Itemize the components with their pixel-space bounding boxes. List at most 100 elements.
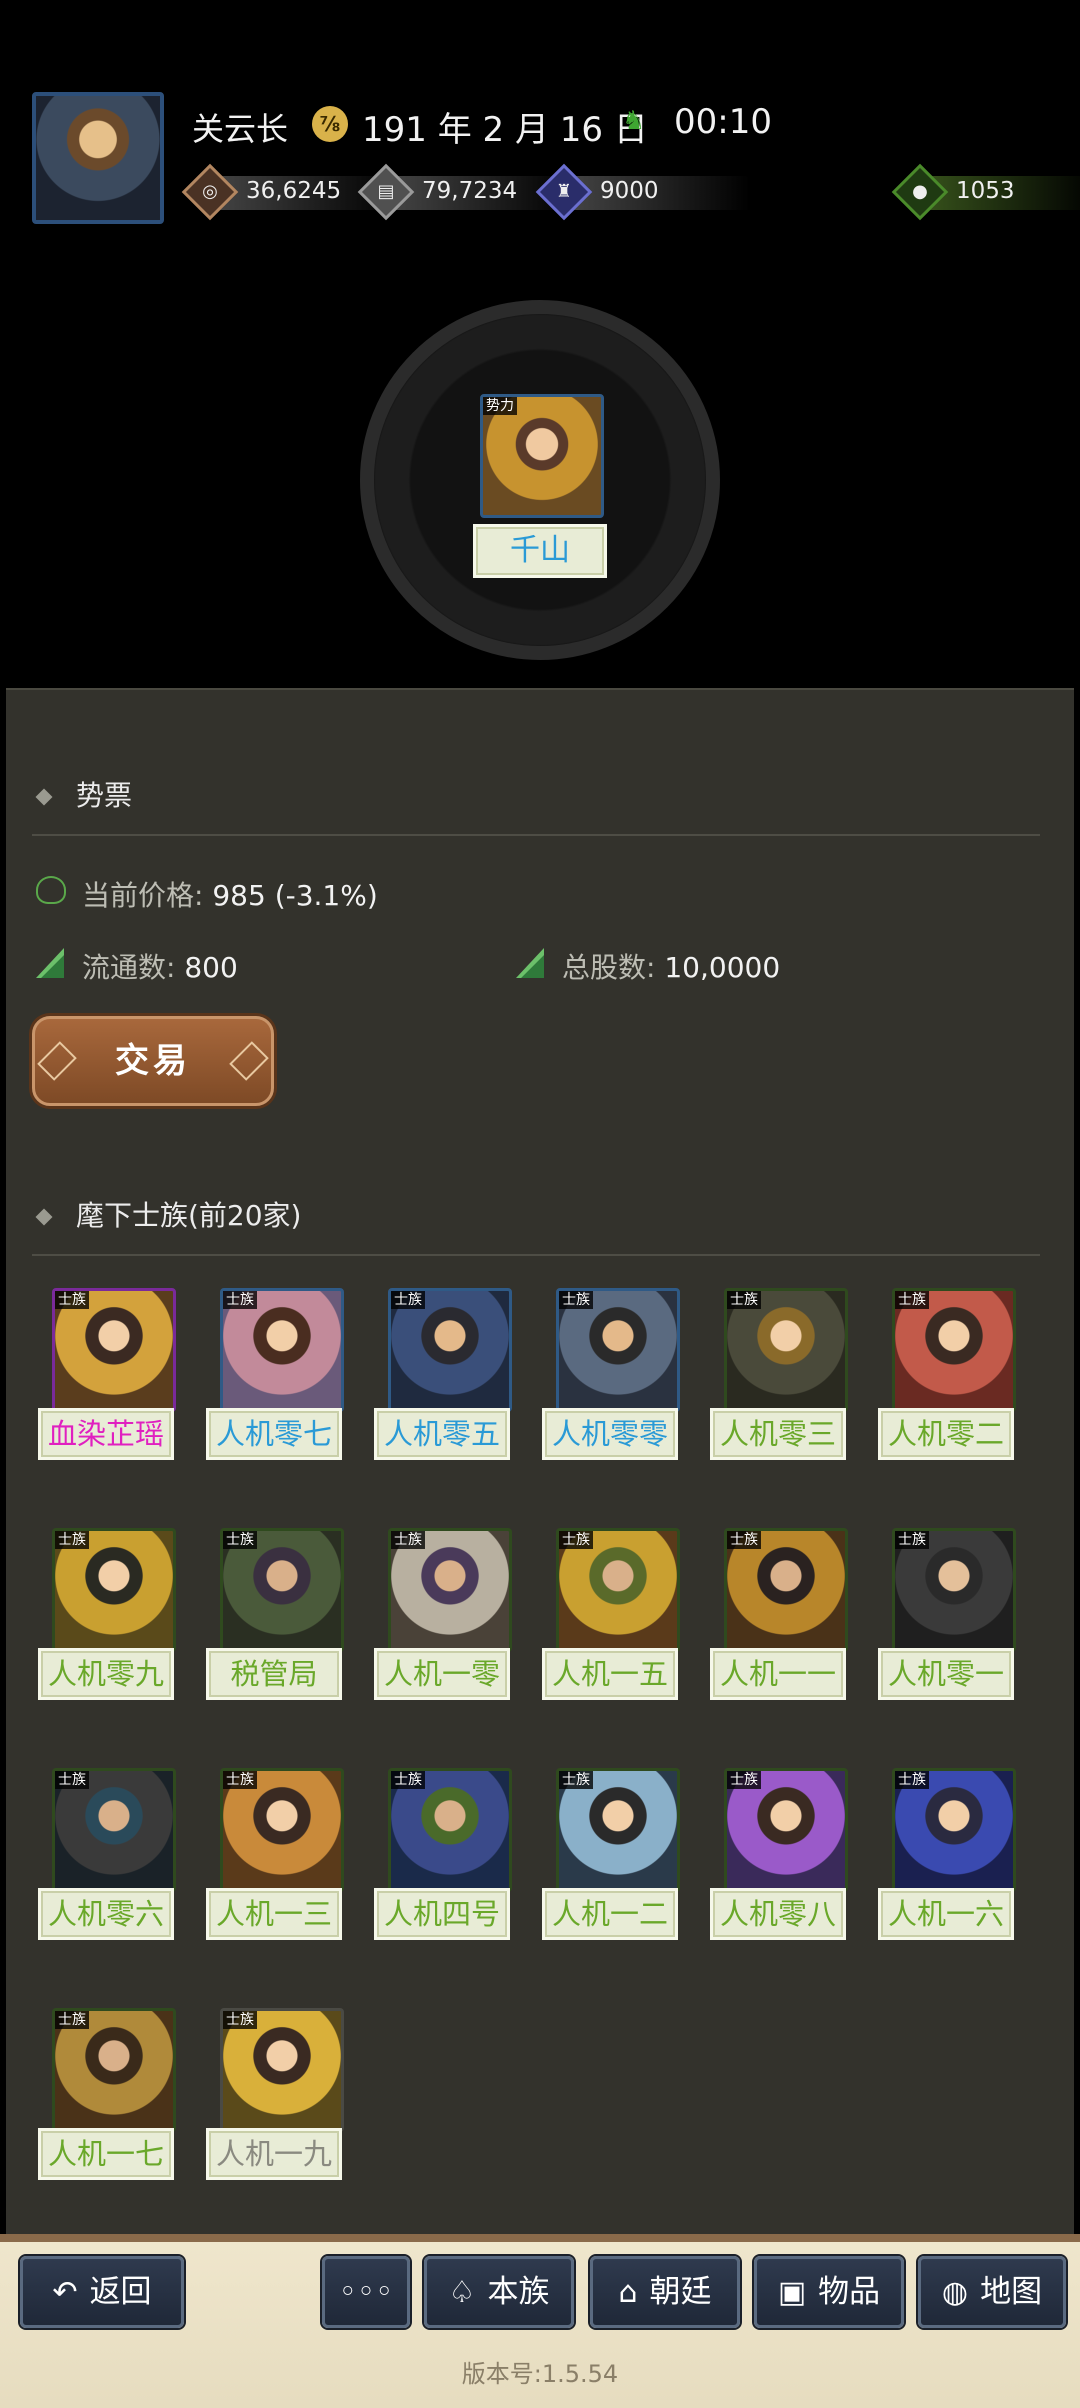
items-button[interactable]: ▣ 物品 xyxy=(754,2256,904,2328)
clan-portrait[interactable]: 士族 xyxy=(892,1288,1016,1412)
clan-portrait[interactable]: 士族 xyxy=(892,1768,1016,1892)
clan-name[interactable]: 人机一五 xyxy=(542,1648,678,1700)
clan-tag: 士族 xyxy=(559,1771,593,1789)
price-row: 当前价格: 985 (-3.1%) xyxy=(82,874,378,914)
clan-card[interactable]: 士族 人机零三 xyxy=(710,1288,848,1460)
palace-icon: ⌂ xyxy=(618,2275,638,2310)
clan-tag: 士族 xyxy=(391,1771,425,1789)
clan-card[interactable]: 士族人机一零 xyxy=(374,1528,512,1700)
clan-portrait[interactable]: 士族 xyxy=(220,1768,344,1892)
clan-portrait[interactable]: 士族 xyxy=(220,2008,344,2132)
clan-tag: 士族 xyxy=(55,1291,89,1309)
force-tag: 势力 xyxy=(483,397,517,415)
calendar-seal-icon: ⅞ xyxy=(312,106,348,142)
clan-portrait[interactable]: 士族 xyxy=(388,1288,512,1412)
clan-name[interactable]: 人机一九 xyxy=(206,2128,342,2180)
clan-portrait[interactable]: 士族 xyxy=(52,1288,176,1412)
clan-tag: 士族 xyxy=(223,1291,257,1309)
scroll-icon: ▤ xyxy=(357,163,415,221)
clan-tag: 士族 xyxy=(895,1531,929,1549)
clan-name[interactable]: 人机一七 xyxy=(38,2128,174,2180)
top-area: 关云长 ⅞ 191 年 2 月 16 日 ♞ 00:10 ◎ 36,6245 ▤… xyxy=(0,0,1080,680)
clan-name[interactable]: 人机零一 xyxy=(878,1648,1014,1700)
clan-portrait[interactable]: 士族 xyxy=(220,1288,344,1412)
clan-card[interactable]: 士族 人机零九 xyxy=(38,1528,176,1700)
price-value: 985 (-3.1%) xyxy=(212,879,378,912)
clan-name[interactable]: 人机一一 xyxy=(710,1648,846,1700)
clan-name[interactable]: 人机零三 xyxy=(710,1408,846,1460)
force-name[interactable]: 千山 xyxy=(473,524,607,578)
clan-name[interactable]: 人机零二 xyxy=(878,1408,1014,1460)
clan-name[interactable]: 人机四号 xyxy=(374,1888,510,1940)
clan-portrait[interactable]: 士族 xyxy=(52,2008,176,2132)
clan-card[interactable]: 士族人机一六 xyxy=(878,1768,1016,1940)
clan-card[interactable]: 士族 人机零六 xyxy=(38,1768,176,1940)
clan-card[interactable]: 士族 人机一一 xyxy=(710,1528,848,1700)
clan-name[interactable]: 人机零九 xyxy=(38,1648,174,1700)
clan-card[interactable]: 士族人机一二 xyxy=(542,1768,680,1940)
clan-card[interactable]: 士族人机零八 xyxy=(710,1768,848,1940)
clan-card[interactable]: 士族 人机一三 xyxy=(206,1768,344,1940)
clan-card[interactable]: 士族人机零零 xyxy=(542,1288,680,1460)
clan-button[interactable]: ♤ 本族 xyxy=(424,2256,574,2328)
clan-portrait[interactable]: 士族 xyxy=(892,1528,1016,1652)
clan-name[interactable]: 税管局 xyxy=(206,1648,342,1700)
horse-icon[interactable]: ♞ xyxy=(622,108,666,134)
clan-tag: 士族 xyxy=(895,1771,929,1789)
return-arrow-icon: ↶ xyxy=(52,2275,78,2310)
clan-portrait[interactable]: 士族 xyxy=(556,1768,680,1892)
grain-sack-icon: ● xyxy=(891,163,949,221)
clan-card[interactable]: 士族 税管局 xyxy=(206,1528,344,1700)
resource-soldier-value: 9000 xyxy=(600,178,659,204)
clan-tag: 士族 xyxy=(727,1771,761,1789)
diamond-bullet-icon xyxy=(35,1208,53,1226)
clan-name[interactable]: 人机一二 xyxy=(542,1888,678,1940)
clan-card[interactable]: 士族人机一五 xyxy=(542,1528,680,1700)
more-button[interactable]: ◦◦◦ xyxy=(322,2256,410,2328)
clan-tag: 士族 xyxy=(559,1291,593,1309)
back-button[interactable]: ↶ 返回 xyxy=(20,2256,184,2328)
court-button[interactable]: ⌂ 朝廷 xyxy=(590,2256,740,2328)
clan-card[interactable]: 士族 人机一九 xyxy=(206,2008,344,2180)
clan-name[interactable]: 血染芷瑶 xyxy=(38,1408,174,1460)
clan-name[interactable]: 人机零八 xyxy=(710,1888,846,1940)
circulation-label: 流通数: xyxy=(82,951,176,984)
clan-icon: ♤ xyxy=(448,2275,476,2310)
clan-portrait[interactable]: 士族 xyxy=(724,1288,848,1412)
clan-portrait[interactable]: 士族 xyxy=(556,1528,680,1652)
clan-portrait[interactable]: 士族 xyxy=(220,1528,344,1652)
clan-name[interactable]: 人机零六 xyxy=(38,1888,174,1940)
clan-card[interactable]: 士族 人机零五 xyxy=(374,1288,512,1460)
clan-card[interactable]: 士族 人机零二 xyxy=(878,1288,1016,1460)
clan-card[interactable]: 士族人机一七 xyxy=(38,2008,176,2180)
player-avatar[interactable] xyxy=(32,92,164,224)
trade-button[interactable]: 交易 xyxy=(32,1016,274,1106)
right-ornament-icon xyxy=(229,1041,269,1081)
resource-grain-value: 1053 xyxy=(956,178,1015,204)
clan-tag: 士族 xyxy=(559,1531,593,1549)
clan-name[interactable]: 人机零七 xyxy=(206,1408,342,1460)
map-button[interactable]: ◍ 地图 xyxy=(918,2256,1066,2328)
clans-section-title: 麾下士族(前20家) xyxy=(35,1194,301,1234)
price-label: 当前价格: xyxy=(82,879,204,912)
clan-name[interactable]: 人机一零 xyxy=(374,1648,510,1700)
clan-card[interactable]: 士族人机四号 xyxy=(374,1768,512,1940)
clan-name[interactable]: 人机零五 xyxy=(374,1408,510,1460)
globe-icon: ◍ xyxy=(941,2275,969,2310)
clan-portrait[interactable]: 士族 xyxy=(52,1528,176,1652)
clan-portrait[interactable]: 士族 xyxy=(724,1768,848,1892)
clan-card[interactable]: 士族人机零七 xyxy=(206,1288,344,1460)
force-leader-portrait[interactable]: 势力 xyxy=(480,394,604,518)
clan-name[interactable]: 人机零零 xyxy=(542,1408,678,1460)
clan-portrait[interactable]: 士族 xyxy=(556,1288,680,1412)
clan-portrait[interactable]: 士族 xyxy=(52,1768,176,1892)
clan-name[interactable]: 人机一三 xyxy=(206,1888,342,1940)
clan-card[interactable]: 士族人机零一 xyxy=(878,1528,1016,1700)
clan-portrait[interactable]: 士族 xyxy=(388,1768,512,1892)
clan-tag: 士族 xyxy=(55,2011,89,2029)
clan-card[interactable]: 士族血染芷瑶 xyxy=(38,1288,176,1460)
clan-portrait[interactable]: 士族 xyxy=(388,1528,512,1652)
clan-portrait[interactable]: 士族 xyxy=(724,1528,848,1652)
clan-name[interactable]: 人机一六 xyxy=(878,1888,1014,1940)
clan-tag: 士族 xyxy=(391,1531,425,1549)
